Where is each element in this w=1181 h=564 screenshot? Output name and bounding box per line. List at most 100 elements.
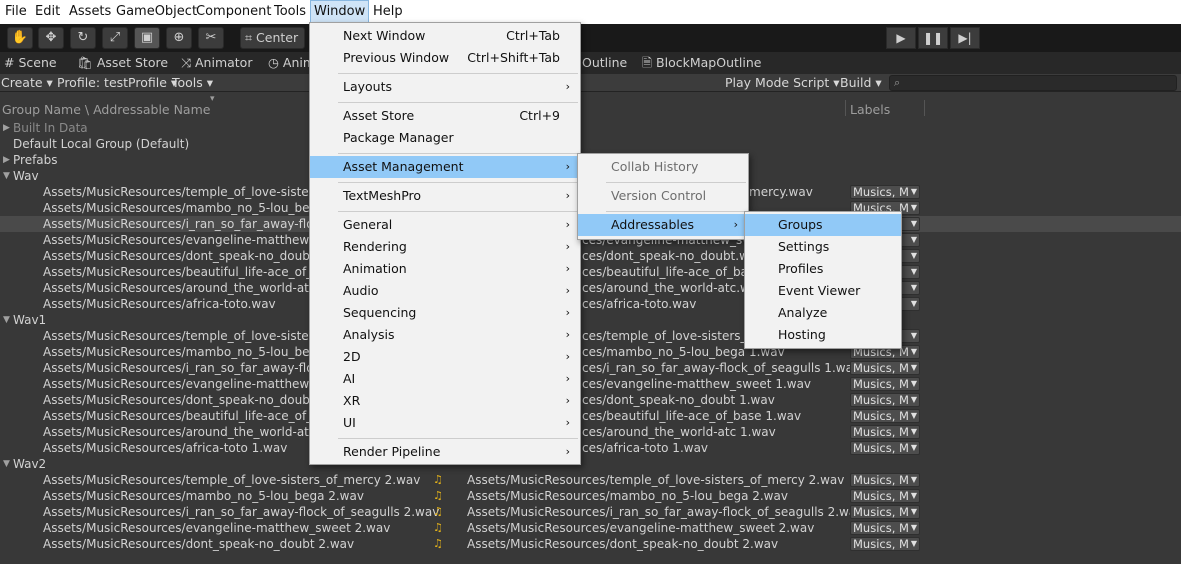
labels-header[interactable]: Labels	[850, 102, 890, 117]
menu-item-audio[interactable]: Audio ›	[310, 280, 580, 302]
menu-item-package-manager[interactable]: Package Manager	[310, 127, 580, 149]
profile-dropdown[interactable]: Profile: testProfile ▾	[57, 74, 177, 92]
build-dropdown[interactable]: Build ▾	[840, 74, 882, 92]
list-item[interactable]: Assets/MusicResources/mambo_no_5-lou_beg…	[0, 488, 1181, 504]
menu-item-previous-window[interactable]: Previous Window Ctrl+Shift+Tab	[310, 47, 580, 69]
menu-item-animation[interactable]: Animation ›	[310, 258, 580, 280]
list-item[interactable]: Assets/MusicResources/beautiful_life-ace…	[0, 264, 1181, 280]
menu-item-rendering[interactable]: Rendering ›	[310, 236, 580, 258]
play-mode-script-dropdown[interactable]: Play Mode Script ▾	[725, 74, 840, 92]
move-tool-icon[interactable]: ✥	[38, 27, 64, 49]
menu-item-sequencing[interactable]: Sequencing ›	[310, 302, 580, 324]
list-item[interactable]: Assets/MusicResources/i_ran_so_far_away-…	[0, 360, 1181, 376]
tab-blockmapoutline[interactable]: 🗎 BlockMapOutline	[642, 52, 761, 74]
menu-item-render-pipeline[interactable]: Render Pipeline ›	[310, 441, 580, 463]
list-item[interactable]: Assets/MusicResources/beautiful_life-ace…	[0, 408, 1181, 424]
labels-dropdown[interactable]: Musics, M ▼	[850, 377, 920, 391]
list-item[interactable]: Assets/MusicResources/around_the_world-a…	[0, 424, 1181, 440]
asset-path: ces/dont_speak-no_doubt.wa	[582, 249, 757, 263]
pivot-mode-button[interactable]: ⌗ Center	[240, 27, 306, 49]
labels-dropdown[interactable]: Musics, M ▼	[850, 473, 920, 487]
expanded-arrow-icon[interactable]: ▼	[3, 168, 10, 184]
step-button[interactable]: ▶|	[950, 27, 980, 49]
labels-dropdown[interactable]: Musics, M ▼	[850, 393, 920, 407]
menu-item-ai[interactable]: AI ›	[310, 368, 580, 390]
menu-item-layouts[interactable]: Layouts ›	[310, 76, 580, 98]
labels-dropdown[interactable]: Musics, M ▼	[850, 537, 920, 551]
expanded-arrow-icon[interactable]: ▼	[3, 456, 10, 472]
menu-item-general[interactable]: General ›	[310, 214, 580, 236]
labels-dropdown[interactable]: Musics, M ▼	[850, 441, 920, 455]
collapsed-arrow-icon[interactable]: ▶	[3, 152, 10, 168]
rect-tool-icon[interactable]: ▣	[134, 27, 160, 49]
menu-item-ui[interactable]: UI ›	[310, 412, 580, 434]
tab-asset-store[interactable]: 🛍 Asset Store	[77, 52, 168, 74]
list-item[interactable]: Assets/MusicResources/africa-toto.wav ces…	[0, 296, 1181, 312]
menu-item-event-viewer[interactable]: Event Viewer	[745, 280, 901, 302]
textmeshpro-label: TextMeshPro	[343, 188, 422, 203]
list-item[interactable]: Assets/MusicResources/dont_speak-no_doub…	[0, 248, 1181, 264]
search-input[interactable]: ⌕	[889, 75, 1177, 91]
menu-component[interactable]: Component	[193, 0, 274, 24]
rotate-tool-icon[interactable]: ↻	[70, 27, 96, 49]
group-row[interactable]: ▼ Wav2	[0, 456, 1181, 472]
labels-dropdown[interactable]: Musics, M ▼	[850, 361, 920, 375]
list-item[interactable]: Assets/MusicResources/evangeline-matthew…	[0, 376, 1181, 392]
menu-window[interactable]: Window	[310, 0, 370, 24]
menu-assets[interactable]: Assets	[66, 0, 114, 24]
addressable-name: Assets/MusicResources/beautiful_life-ace…	[43, 265, 328, 279]
menu-gameobject[interactable]: GameObject	[113, 0, 200, 24]
menu-item-addressables[interactable]: Addressables ›	[578, 214, 748, 236]
menu-item-groups[interactable]: Groups	[745, 214, 901, 236]
list-item[interactable]: Assets/MusicResources/dont_speak-no_doub…	[0, 536, 1181, 552]
menu-item-xr[interactable]: XR ›	[310, 390, 580, 412]
labels-dropdown[interactable]: Musics, M ▼	[850, 489, 920, 503]
list-item[interactable]: Assets/MusicResources/i_ran_so_far_away-…	[0, 504, 1181, 520]
tab-animation[interactable]: ◷ Anim	[268, 52, 315, 74]
list-item[interactable]: Assets/MusicResources/around_the_world-a…	[0, 280, 1181, 296]
tab-animator[interactable]: ⤨ Animator	[181, 52, 252, 74]
list-item[interactable]: Assets/MusicResources/mambo_no_5-lou_beg…	[0, 344, 1181, 360]
list-item[interactable]: Assets/MusicResources/temple_of_love-sis…	[0, 472, 1181, 488]
labels-dropdown[interactable]: Musics, M ▼	[850, 425, 920, 439]
menu-help[interactable]: Help	[370, 0, 406, 24]
list-item[interactable]: Assets/MusicResources/temple_of_love-sis…	[0, 328, 1181, 344]
pause-button[interactable]: ❚❚	[918, 27, 948, 49]
labels-dropdown[interactable]: Musics, M ▼	[850, 409, 920, 423]
group-row[interactable]: ▼ Wav1	[0, 312, 1181, 328]
hand-tool-icon[interactable]: ✋	[7, 27, 33, 49]
menu-item-hosting[interactable]: Hosting	[745, 324, 901, 346]
list-item[interactable]: Assets/MusicResources/evangeline-matthew…	[0, 520, 1181, 536]
menu-file[interactable]: File	[2, 0, 30, 24]
group-row[interactable]: ▶ Built In Data	[0, 120, 1181, 136]
menu-edit[interactable]: Edit	[32, 0, 63, 24]
menu-item-2d[interactable]: 2D ›	[310, 346, 580, 368]
list-item[interactable]: Assets/MusicResources/dont_speak-no_doub…	[0, 392, 1181, 408]
list-item[interactable]: Assets/MusicResources/africa-toto 1.wav c…	[0, 440, 1181, 456]
play-button[interactable]: ▶	[886, 27, 916, 49]
labels-dropdown[interactable]: Musics, M ▼	[850, 185, 920, 199]
group-row[interactable]: Default Local Group (Default)	[0, 136, 1181, 152]
tab-scene[interactable]: # Scene	[4, 52, 57, 74]
tools-dropdown[interactable]: Tools ▾	[172, 74, 213, 92]
expanded-arrow-icon[interactable]: ▼	[3, 312, 10, 328]
menu-item-asset-management[interactable]: Asset Management ›	[310, 156, 580, 178]
scale-tool-icon[interactable]: ⤢	[102, 27, 128, 49]
transform-tool-icon[interactable]: ⊕	[166, 27, 192, 49]
menu-item-textmeshpro[interactable]: TextMeshPro ›	[310, 185, 580, 207]
menu-item-profiles[interactable]: Profiles	[745, 258, 901, 280]
tab-outline[interactable]: Outline	[582, 52, 627, 74]
menu-item-settings[interactable]: Settings	[745, 236, 901, 258]
group-name-header[interactable]: Group Name \ Addressable Name	[2, 102, 210, 117]
menu-tools[interactable]: Tools	[271, 0, 309, 24]
create-dropdown[interactable]: Create ▾	[1, 74, 53, 92]
group-name: Default Local Group (Default)	[13, 137, 190, 151]
menu-item-analysis[interactable]: Analysis ›	[310, 324, 580, 346]
labels-dropdown[interactable]: Musics, M ▼	[850, 521, 920, 535]
menu-item-next-window[interactable]: Next Window Ctrl+Tab	[310, 25, 580, 47]
menu-item-analyze[interactable]: Analyze	[745, 302, 901, 324]
labels-dropdown[interactable]: Musics, M ▼	[850, 505, 920, 519]
collapsed-arrow-icon[interactable]: ▶	[3, 120, 10, 136]
custom-tool-icon[interactable]: ✂	[198, 27, 224, 49]
menu-item-asset-store[interactable]: Asset Store Ctrl+9	[310, 105, 580, 127]
